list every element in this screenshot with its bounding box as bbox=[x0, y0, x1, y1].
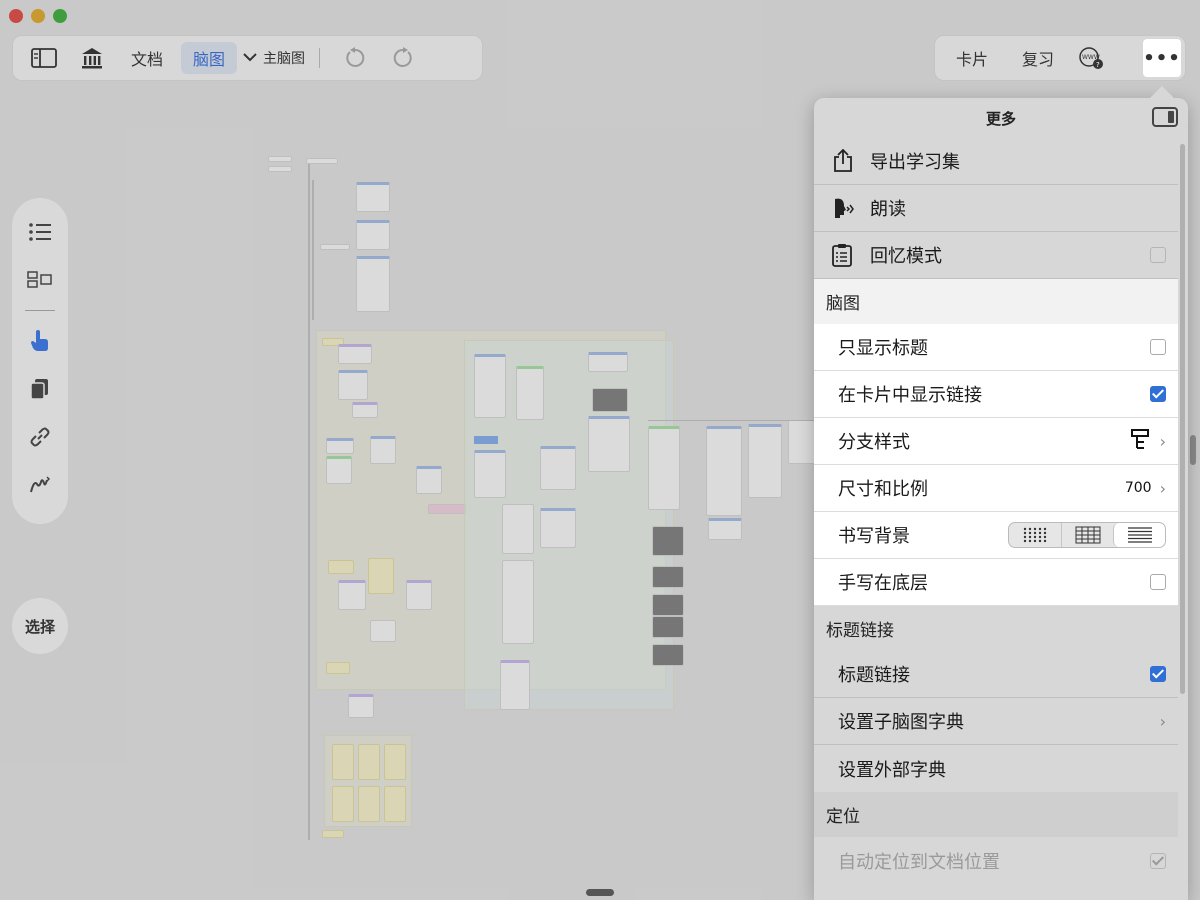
chevron-right-icon: › bbox=[1159, 711, 1166, 731]
share-export-icon bbox=[832, 149, 870, 173]
chevron-down-icon bbox=[243, 50, 257, 66]
tab-review[interactable]: 复习 bbox=[1007, 46, 1069, 70]
size-ratio-row[interactable]: 尺寸和比例 700 › bbox=[814, 465, 1178, 512]
title-links-label: 标题链接 bbox=[838, 665, 910, 686]
speaking-head-icon bbox=[832, 197, 870, 219]
read-aloud-row[interactable]: 朗读 bbox=[814, 185, 1178, 232]
writing-background-label: 书写背景 bbox=[838, 526, 910, 547]
window-controls bbox=[9, 9, 67, 23]
popover-title: 更多 bbox=[985, 109, 1016, 128]
mindmap-selector-label: 主脑图 bbox=[263, 51, 306, 67]
tab-documents[interactable]: 文档 bbox=[119, 42, 175, 74]
handwriting-bottom-row[interactable]: 手写在底层 bbox=[814, 559, 1178, 606]
undo-icon[interactable] bbox=[334, 42, 376, 74]
more-button[interactable]: ••• bbox=[1143, 39, 1181, 77]
grid-pattern-icon[interactable] bbox=[1061, 523, 1113, 547]
link-icon[interactable] bbox=[20, 415, 60, 459]
recall-mode-checkbox[interactable] bbox=[1150, 247, 1166, 263]
handwriting-bottom-checkbox[interactable] bbox=[1150, 574, 1166, 590]
branch-style-icon bbox=[1130, 428, 1152, 454]
select-button[interactable]: 选择 bbox=[12, 598, 68, 654]
chevron-right-icon: › bbox=[1159, 431, 1166, 451]
title-links-section-header: 标题链接 bbox=[826, 621, 894, 641]
external-dictionary-row[interactable]: 设置外部字典 bbox=[814, 745, 1178, 792]
writing-background-row: 书写背景 bbox=[814, 512, 1178, 559]
sidebar-toggle-icon[interactable] bbox=[23, 42, 65, 74]
more-popover: 更多 导出学习集 朗读 回忆模式 脑图 只显示标题 在卡片中显示链接 分支样式 bbox=[814, 98, 1188, 900]
web-search-icon[interactable]: WWW? bbox=[1073, 42, 1109, 74]
dots-pattern-icon[interactable] bbox=[1009, 523, 1061, 547]
title-links-row[interactable]: 标题链接 bbox=[814, 651, 1178, 698]
layout-blocks-icon[interactable] bbox=[20, 258, 60, 302]
dock-panel-icon[interactable] bbox=[1152, 107, 1178, 127]
size-ratio-label: 尺寸和比例 bbox=[838, 479, 928, 500]
mindmap-selector[interactable]: 主脑图 bbox=[243, 42, 305, 74]
titles-only-checkbox[interactable] bbox=[1150, 339, 1166, 355]
mindmap-section-header: 脑图 bbox=[814, 279, 1178, 324]
titles-only-label: 只显示标题 bbox=[838, 338, 928, 359]
top-toolbar-left: 文档 脑图 主脑图 bbox=[12, 35, 483, 81]
titles-only-row[interactable]: 只显示标题 bbox=[814, 324, 1178, 371]
mindmap-canvas[interactable] bbox=[268, 150, 828, 850]
branch-style-label: 分支样式 bbox=[838, 432, 910, 453]
clipboard-checklist-icon bbox=[832, 243, 870, 267]
external-dictionary-label: 设置外部字典 bbox=[838, 759, 946, 781]
auto-locate-checkbox[interactable] bbox=[1150, 852, 1166, 869]
tab-mindmap[interactable]: 脑图 bbox=[181, 42, 238, 74]
read-aloud-label: 朗读 bbox=[870, 199, 906, 220]
recall-mode-row[interactable]: 回忆模式 bbox=[814, 232, 1178, 279]
recall-mode-label: 回忆模式 bbox=[870, 246, 942, 267]
popover-arrow bbox=[1150, 86, 1174, 98]
library-icon[interactable] bbox=[71, 42, 113, 74]
show-links-label: 在卡片中显示链接 bbox=[838, 385, 982, 406]
tool-rail bbox=[12, 198, 68, 524]
tab-cards[interactable]: 卡片 bbox=[941, 46, 1003, 70]
show-links-checkbox[interactable] bbox=[1150, 386, 1166, 402]
close-window-button[interactable] bbox=[9, 9, 23, 23]
rail-divider bbox=[25, 310, 55, 311]
size-ratio-value: 700 bbox=[1124, 480, 1152, 496]
popover-scrollbar[interactable] bbox=[1180, 144, 1185, 694]
locate-section-header: 定位 bbox=[814, 792, 1178, 837]
auto-locate-label: 自动定位到文档位置 bbox=[838, 851, 1000, 873]
copy-pages-icon[interactable] bbox=[20, 367, 60, 411]
redo-icon[interactable] bbox=[382, 42, 424, 74]
minimize-window-button[interactable] bbox=[31, 9, 45, 23]
toolbar-divider bbox=[319, 48, 321, 68]
handwriting-bottom-label: 手写在底层 bbox=[838, 573, 928, 594]
outline-list-icon[interactable] bbox=[20, 210, 60, 254]
popover-header: 更多 bbox=[814, 98, 1188, 138]
export-study-set-label: 导出学习集 bbox=[870, 152, 960, 173]
sub-dictionary-label: 设置子脑图字典 bbox=[838, 712, 964, 733]
zoom-window-button[interactable] bbox=[53, 9, 67, 23]
title-links-checkbox[interactable] bbox=[1150, 666, 1166, 682]
hand-pointer-icon[interactable] bbox=[20, 319, 60, 363]
home-indicator bbox=[586, 889, 614, 896]
branch-style-row[interactable]: 分支样式 › bbox=[814, 418, 1178, 465]
auto-locate-row[interactable]: 自动定位到文档位置 bbox=[814, 837, 1178, 884]
top-toolbar-right: 卡片 复习 WWW? ••• bbox=[934, 35, 1186, 81]
chevron-right-icon: › bbox=[1159, 478, 1166, 498]
lines-pattern-icon[interactable] bbox=[1113, 523, 1165, 547]
svg-text:?: ? bbox=[1096, 61, 1100, 69]
show-links-row[interactable]: 在卡片中显示链接 bbox=[814, 371, 1178, 418]
freehand-draw-icon[interactable] bbox=[20, 463, 60, 507]
sub-dictionary-row[interactable]: 设置子脑图字典 › bbox=[814, 698, 1178, 745]
writing-background-segmented[interactable] bbox=[1008, 522, 1166, 548]
export-study-set-row[interactable]: 导出学习集 bbox=[814, 138, 1178, 185]
canvas-scrollbar[interactable] bbox=[1190, 435, 1196, 465]
